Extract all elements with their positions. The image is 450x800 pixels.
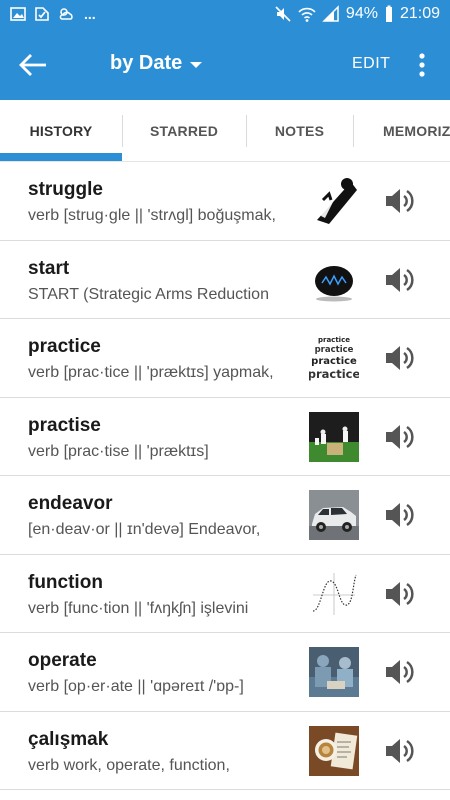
entry-word: practice bbox=[28, 336, 101, 357]
entry-word: struggle bbox=[28, 179, 103, 200]
more-vert-icon bbox=[419, 53, 425, 77]
speaker-icon[interactable] bbox=[383, 500, 415, 530]
list-item[interactable]: start START (Strategic Arms Reduction bbox=[0, 240, 450, 319]
svg-text:practice: practice bbox=[318, 336, 350, 344]
app-bar: by Date EDIT bbox=[0, 30, 450, 100]
function-graph-picture bbox=[309, 568, 359, 619]
list-item[interactable]: practice verb [prac·tice || 'præktɪs] ya… bbox=[0, 319, 450, 398]
speaker-icon[interactable] bbox=[383, 343, 415, 373]
entry-word: start bbox=[28, 257, 70, 279]
list-item[interactable]: struggle verb [strug·gle || 'strʌgl] boğ… bbox=[0, 162, 450, 241]
speaker-icon[interactable] bbox=[383, 422, 415, 452]
car-picture bbox=[309, 490, 359, 540]
list-item[interactable]: çalışmak verb work, operate, function, bbox=[0, 711, 450, 790]
entry-word: practise bbox=[28, 414, 101, 436]
status-bar: ... 94% 21:09 bbox=[0, 0, 450, 30]
entry-description: verb [prac·tice || 'præktɪs] yapmak, bbox=[28, 364, 274, 381]
entry-description: verb [prac·tise || 'præktɪs] bbox=[28, 442, 209, 460]
speaker-icon[interactable] bbox=[383, 736, 415, 766]
list-item[interactable]: practise verb [prac·tise || 'præktɪs] bbox=[0, 397, 450, 476]
selected-tab-indicator bbox=[0, 153, 122, 161]
back-button[interactable] bbox=[18, 50, 50, 80]
dropdown-caret-icon bbox=[190, 62, 203, 68]
cricket-picture bbox=[309, 411, 359, 462]
speaker-icon[interactable] bbox=[383, 265, 415, 295]
back-arrow-icon bbox=[19, 54, 46, 76]
system-icons: 94% 21:09 bbox=[274, 5, 440, 23]
tab-memorize[interactable]: MEMORIZ bbox=[353, 100, 450, 161]
entry-word: çalışmak bbox=[28, 728, 109, 750]
surgery-picture bbox=[309, 647, 359, 697]
signal-icon bbox=[322, 5, 340, 23]
entry-description: verb [op·er·ate || 'ɑpəreɪt /'ɒp-] bbox=[28, 678, 244, 695]
struggle-picture bbox=[309, 176, 359, 226]
wifi-icon bbox=[298, 5, 316, 23]
svg-text:practice: practice bbox=[311, 356, 357, 367]
entry-word: endeavor bbox=[28, 493, 113, 514]
entry-word: function bbox=[28, 571, 103, 593]
entry-description: verb work, operate, function, bbox=[28, 756, 230, 774]
start-logo-picture bbox=[309, 254, 359, 305]
battery-icon bbox=[384, 5, 394, 23]
speaker-icon[interactable] bbox=[383, 579, 415, 609]
weather-icon bbox=[58, 6, 74, 22]
more-options-button[interactable] bbox=[414, 52, 430, 78]
speaker-icon[interactable] bbox=[383, 657, 415, 687]
practice-text-picture: practice practice practice practice bbox=[309, 333, 359, 383]
entry-description: verb [strug·gle || 'strʌgl] boğuşmak, bbox=[28, 207, 276, 224]
more-notifications: ... bbox=[84, 6, 96, 22]
edit-button[interactable]: EDIT bbox=[352, 55, 390, 73]
sort-dropdown[interactable]: by Date bbox=[110, 52, 203, 75]
list-item[interactable]: function verb [func·tion || 'fʌŋkʃn] işl… bbox=[0, 554, 450, 633]
gallery-icon bbox=[10, 6, 26, 22]
svg-text:practice: practice bbox=[315, 345, 354, 355]
coffee-picture bbox=[309, 725, 359, 776]
notification-icons: ... bbox=[10, 6, 96, 22]
entry-description: verb [func·tion || 'fʌŋkʃn] işlevini bbox=[28, 599, 249, 617]
clock: 21:09 bbox=[399, 5, 440, 22]
download-check-icon bbox=[34, 6, 50, 22]
mute-icon bbox=[274, 5, 292, 23]
tab-starred[interactable]: STARRED bbox=[122, 100, 246, 161]
speaker-icon[interactable] bbox=[383, 186, 415, 216]
tab-notes[interactable]: NOTES bbox=[246, 100, 353, 161]
svg-text:practice: practice bbox=[309, 367, 359, 381]
list-item[interactable]: endeavor [en·deav·or || ɪn'devə] Endeavo… bbox=[0, 476, 450, 555]
entry-description: [en·deav·or || ɪn'devə] Endeavor, bbox=[28, 521, 261, 538]
list-item[interactable]: operate verb [op·er·ate || 'ɑpəreɪt /'ɒp… bbox=[0, 633, 450, 712]
entry-description: START (Strategic Arms Reduction bbox=[28, 285, 269, 303]
sort-title: by Date bbox=[110, 52, 183, 74]
battery-percent: 94% bbox=[345, 5, 378, 22]
history-list: struggle verb [strug·gle || 'strʌgl] boğ… bbox=[0, 162, 450, 790]
entry-word: operate bbox=[28, 650, 97, 671]
